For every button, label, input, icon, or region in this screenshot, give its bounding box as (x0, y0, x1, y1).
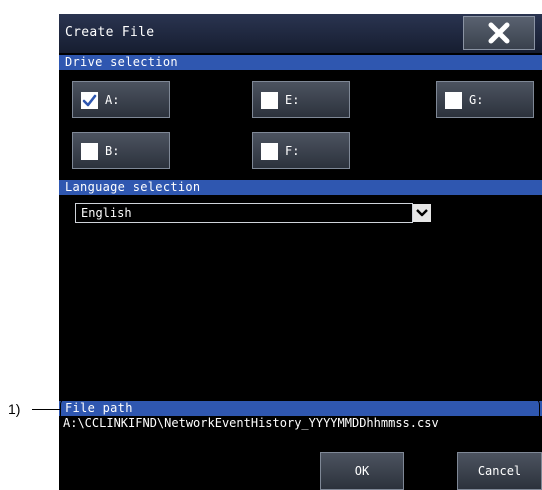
drive-g-label: G: (469, 93, 484, 107)
drive-a-label: A: (105, 93, 120, 107)
checkbox-empty-icon (261, 143, 278, 160)
cancel-button[interactable]: Cancel (457, 452, 542, 490)
drive-e-label: E: (285, 93, 300, 107)
title-bar: Create File (59, 14, 542, 53)
file-path-value: A:\CCLINKIFND\NetworkEventHistory_YYYYMM… (63, 416, 439, 430)
drive-b-label: B: (105, 144, 120, 158)
checkbox-empty-icon (445, 92, 462, 109)
dialog-title: Create File (65, 25, 155, 40)
drive-f-label: F: (285, 144, 300, 158)
language-selected-value: English (81, 206, 132, 220)
close-button[interactable] (463, 16, 535, 50)
ok-button[interactable]: OK (320, 452, 404, 490)
checkbox-empty-icon (261, 92, 278, 109)
language-dropdown-button[interactable] (413, 204, 431, 222)
drive-g-checkbox[interactable]: G: (436, 81, 534, 118)
drive-f-checkbox[interactable]: F: (252, 132, 350, 169)
language-select[interactable]: English (75, 203, 413, 223)
close-icon (488, 22, 510, 44)
drive-selection-header: Drive selection (59, 55, 542, 70)
checkbox-empty-icon (81, 143, 98, 160)
create-file-dialog: Create File Drive selection A: E: G: B: … (59, 14, 542, 490)
drive-b-checkbox[interactable]: B: (72, 132, 170, 169)
language-selection-header: Language selection (59, 180, 542, 195)
drive-e-checkbox[interactable]: E: (252, 81, 350, 118)
chevron-down-icon (416, 209, 428, 217)
callout-leader-line (32, 409, 60, 410)
file-path-header: File path (59, 401, 542, 416)
checkbox-checked-icon (81, 92, 98, 109)
callout-label: 1) (8, 401, 21, 417)
drive-a-checkbox[interactable]: A: (72, 81, 170, 118)
